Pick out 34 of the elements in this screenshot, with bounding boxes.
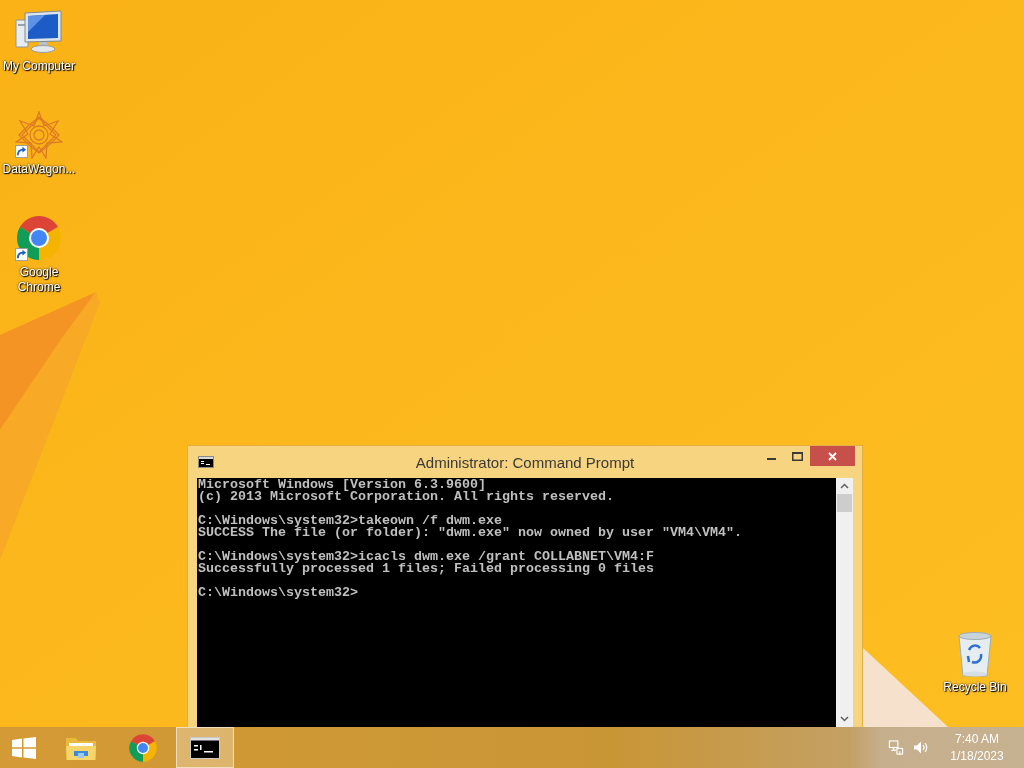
scrollbar-thumb[interactable] xyxy=(837,494,852,512)
chrome-logo-icon xyxy=(128,732,158,763)
chrome-logo-icon[interactable] xyxy=(15,214,63,262)
console-line: Microsoft Windows [Version 6.3.9600] xyxy=(198,479,486,491)
close-icon xyxy=(828,451,837,461)
console-icon xyxy=(190,736,220,759)
console-line: C:\Windows\system32>takeown /f dwm.exe xyxy=(198,515,502,527)
console-line: C:\Windows\system32>icacls dwm.exe /grant COLLABNET\VM4:F xyxy=(198,551,654,563)
computer-icon[interactable] xyxy=(15,8,63,56)
clock-time[interactable]: 7:40 AM xyxy=(955,732,999,746)
desktop-icon-label[interactable]: DataWagon... xyxy=(2,162,76,177)
console-icon[interactable] xyxy=(198,456,214,468)
close-button[interactable] xyxy=(810,446,855,466)
console-line: C:\Windows\system32> xyxy=(198,587,358,599)
network-icon[interactable] xyxy=(888,740,904,755)
volume-icon[interactable] xyxy=(913,740,929,755)
desktop-icon-label[interactable]: Recycle Bin xyxy=(943,680,1007,695)
scrollbar-track[interactable] xyxy=(836,478,853,727)
window-title: Administrator: Command Prompt xyxy=(415,453,635,471)
desktop-icon-label[interactable]: My Computer xyxy=(3,59,75,74)
console-line: SUCCESS The file (or folder): "dwm.exe" now owned by user "VM4\VM4". xyxy=(198,527,742,539)
maximize-icon xyxy=(791,451,803,461)
desktop-icon-label[interactable]: Google Chrome xyxy=(1,265,77,295)
scroll-up-icon[interactable] xyxy=(840,483,849,489)
console-area[interactable] xyxy=(197,478,836,727)
clock-date[interactable]: 1/18/2023 xyxy=(950,749,1004,763)
minimize-icon xyxy=(766,458,776,460)
star-emblem-icon[interactable] xyxy=(15,111,63,159)
recycle-bin-icon[interactable] xyxy=(955,630,995,678)
taskbar-button[interactable] xyxy=(176,727,234,768)
console-line: (c) 2013 Microsoft Corporation. All rights reserved. xyxy=(198,491,614,503)
console-line: Successfully processed 1 files; Failed processing 0 files xyxy=(198,563,654,575)
windows-logo-icon xyxy=(12,736,36,759)
scroll-down-icon[interactable] xyxy=(840,716,849,722)
